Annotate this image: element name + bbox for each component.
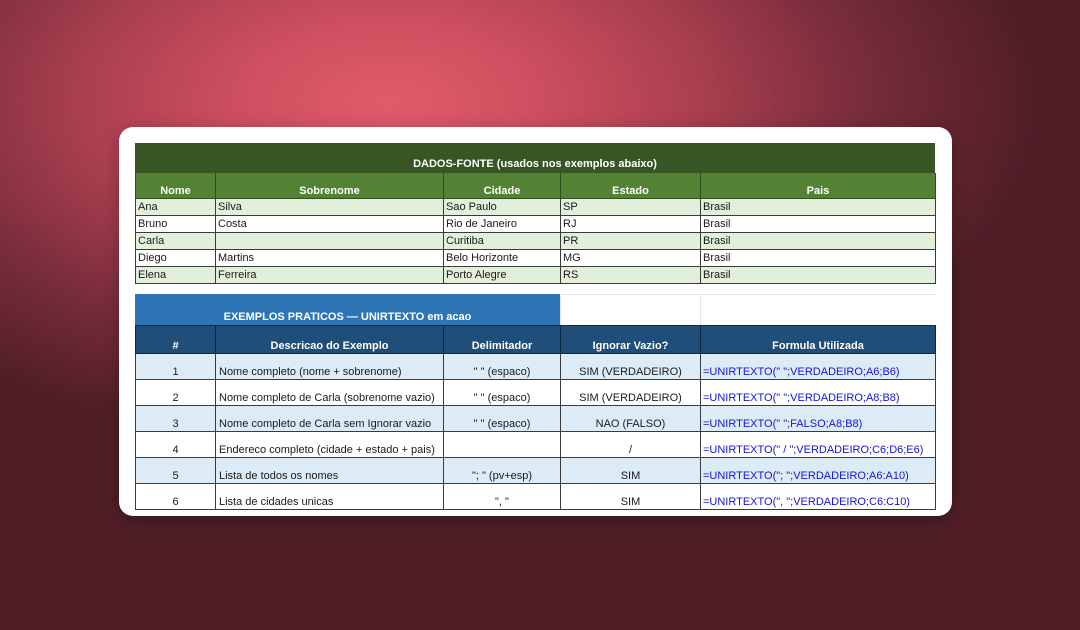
cell[interactable]: Belo Horizonte	[443, 249, 561, 267]
header-description[interactable]: Descricao do Exemplo	[215, 325, 444, 354]
table-row: 4 Endereco completo (cidade + estado + p…	[135, 431, 936, 458]
cell[interactable]: Elena	[135, 266, 216, 284]
empty-cell[interactable]	[700, 294, 935, 325]
cell[interactable]: Bruno	[135, 215, 216, 233]
header-formula[interactable]: Formula Utilizada	[700, 325, 936, 354]
cell[interactable]: 3	[135, 405, 216, 432]
table-row: 6 Lista de cidades unicas ", " SIM =UNIR…	[135, 483, 936, 510]
cell[interactable]: Carla	[135, 232, 216, 250]
cell[interactable]: "; " (pv+esp)	[443, 457, 561, 484]
cell[interactable]: Sao Paulo	[443, 198, 561, 216]
examples-table: # Descricao do Exemplo Delimitador Ignor…	[135, 325, 936, 510]
header-ignore-empty[interactable]: Ignorar Vazio?	[560, 325, 701, 354]
formula-cell[interactable]: =UNIRTEXTO(" ";VERDADEIRO;A6;B6)	[700, 353, 936, 380]
table-row: 2 Nome completo de Carla (sobrenome vazi…	[135, 379, 936, 406]
cell[interactable]: 4	[135, 431, 216, 458]
table-row: 1 Nome completo (nome + sobrenome) " " (…	[135, 353, 936, 380]
cell[interactable]: SIM	[560, 457, 701, 484]
cell[interactable]: Lista de cidades unicas	[215, 483, 444, 510]
table-row: Bruno Costa Rio de Janeiro RJ Brasil	[135, 215, 936, 233]
header-delimiter[interactable]: Delimitador	[443, 325, 561, 354]
cell[interactable]: Diego	[135, 249, 216, 267]
header-number[interactable]: #	[135, 325, 216, 354]
formula-cell[interactable]: =UNIRTEXTO(", ";VERDADEIRO;C6:C10)	[700, 483, 936, 510]
cell[interactable]: Nome completo de Carla (sobrenome vazio)	[215, 379, 444, 406]
cell[interactable]: /	[560, 431, 701, 458]
spacer-row	[135, 284, 935, 294]
header-cidade[interactable]: Cidade	[443, 173, 561, 199]
cell[interactable]: Ferreira	[215, 266, 444, 284]
formula-cell[interactable]: =UNIRTEXTO(" ";VERDADEIRO;A8;B8)	[700, 379, 936, 406]
examples-title-row: EXEMPLOS PRATICOS — UNIRTEXTO em acao	[135, 294, 935, 325]
cell[interactable]: Nome completo (nome + sobrenome)	[215, 353, 444, 380]
cell[interactable]: Brasil	[700, 249, 936, 267]
source-header-row: Nome Sobrenome Cidade Estado Pais	[135, 173, 936, 199]
cell[interactable]: Lista de todos os nomes	[215, 457, 444, 484]
cell[interactable]: Brasil	[700, 198, 936, 216]
cell[interactable]: Brasil	[700, 232, 936, 250]
cell[interactable]: Endereco completo (cidade + estado + pai…	[215, 431, 444, 458]
table-row: Carla Curitiba PR Brasil	[135, 232, 936, 250]
cell[interactable]: RJ	[560, 215, 701, 233]
formula-cell[interactable]: =UNIRTEXTO(" / ";VERDADEIRO;C6;D6;E6)	[700, 431, 936, 458]
cell[interactable]: Martins	[215, 249, 444, 267]
table-row: Elena Ferreira Porto Alegre RS Brasil	[135, 266, 936, 284]
cell[interactable]: RS	[560, 266, 701, 284]
empty-cell[interactable]	[560, 294, 700, 325]
cell[interactable]: Brasil	[700, 215, 936, 233]
cell[interactable]: " " (espaco)	[443, 353, 561, 380]
cell[interactable]: Nome completo de Carla sem Ignorar vazio	[215, 405, 444, 432]
cell[interactable]: SP	[560, 198, 701, 216]
source-table-title: DADOS-FONTE (usados nos exemplos abaixo)	[135, 143, 935, 173]
cell[interactable]: Curitiba	[443, 232, 561, 250]
formula-cell[interactable]: =UNIRTEXTO(" ";FALSO;A8;B8)	[700, 405, 936, 432]
cell[interactable]: Porto Alegre	[443, 266, 561, 284]
table-row: 5 Lista de todos os nomes "; " (pv+esp) …	[135, 457, 936, 484]
table-row: Ana Silva Sao Paulo SP Brasil	[135, 198, 936, 216]
cell[interactable]: Rio de Janeiro	[443, 215, 561, 233]
cell[interactable]: 2	[135, 379, 216, 406]
cell[interactable]: 5	[135, 457, 216, 484]
cell[interactable]: " " (espaco)	[443, 405, 561, 432]
cell[interactable]: Costa	[215, 215, 444, 233]
cell[interactable]: Silva	[215, 198, 444, 216]
cell[interactable]: Brasil	[700, 266, 936, 284]
header-nome[interactable]: Nome	[135, 173, 216, 199]
cell[interactable]: SIM (VERDADEIRO)	[560, 379, 701, 406]
cell[interactable]: ", "	[443, 483, 561, 510]
cell[interactable]: PR	[560, 232, 701, 250]
cell[interactable]: SIM (VERDADEIRO)	[560, 353, 701, 380]
cell[interactable]: SIM	[560, 483, 701, 510]
cell[interactable]: MG	[560, 249, 701, 267]
header-sobrenome[interactable]: Sobrenome	[215, 173, 444, 199]
examples-table-title: EXEMPLOS PRATICOS — UNIRTEXTO em acao	[135, 294, 560, 325]
formula-cell[interactable]: =UNIRTEXTO("; ";VERDADEIRO;A6:A10)	[700, 457, 936, 484]
cell[interactable]: " " (espaco)	[443, 379, 561, 406]
cell[interactable]	[443, 431, 561, 458]
table-row: Diego Martins Belo Horizonte MG Brasil	[135, 249, 936, 267]
table-row: 3 Nome completo de Carla sem Ignorar vaz…	[135, 405, 936, 432]
cell[interactable]: Ana	[135, 198, 216, 216]
cell[interactable]: NAO (FALSO)	[560, 405, 701, 432]
source-table: Nome Sobrenome Cidade Estado Pais Ana Si…	[135, 173, 936, 284]
cell[interactable]: 1	[135, 353, 216, 380]
content-card: DADOS-FONTE (usados nos exemplos abaixo)…	[119, 127, 952, 516]
header-estado[interactable]: Estado	[560, 173, 701, 199]
header-pais[interactable]: Pais	[700, 173, 936, 199]
cell[interactable]: 6	[135, 483, 216, 510]
spreadsheet: DADOS-FONTE (usados nos exemplos abaixo)…	[135, 143, 936, 510]
cell[interactable]	[215, 232, 444, 250]
examples-header-row: # Descricao do Exemplo Delimitador Ignor…	[135, 325, 936, 354]
